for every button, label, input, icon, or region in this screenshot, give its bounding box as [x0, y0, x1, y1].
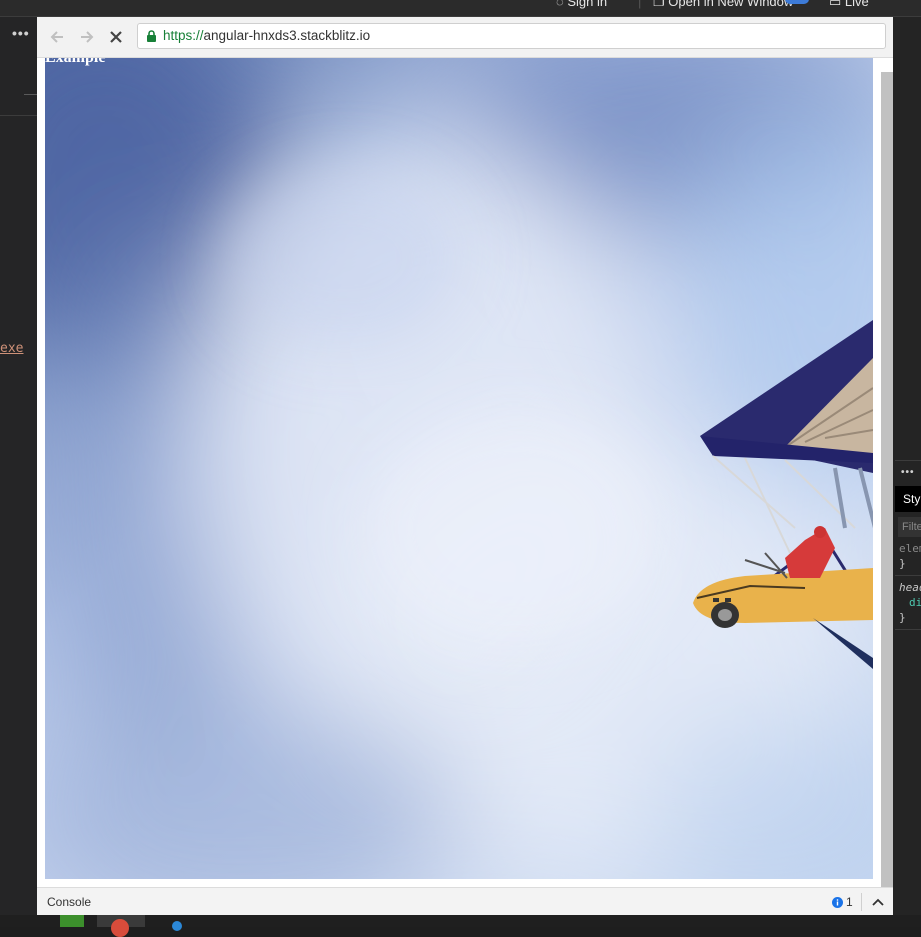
ide-top-bar: ◌ Sign in | ❐ Open in New Window ▭ Live: [0, 0, 921, 17]
tab-styles[interactable]: Styles: [895, 486, 921, 512]
browser-icon: [111, 919, 129, 937]
more-options-icon[interactable]: •••: [12, 25, 30, 41]
console-bar: Console 1: [37, 887, 893, 915]
editor-icon: [172, 921, 182, 931]
github-icon: ◌: [556, 0, 564, 9]
console-expand-button[interactable]: [867, 892, 889, 912]
devtools-more-icon[interactable]: •••: [901, 467, 915, 478]
style-rule-line: display: none;: [909, 596, 921, 609]
styles-filter-input[interactable]: Filter: [898, 517, 921, 537]
arrow-right-icon: [81, 31, 94, 43]
console-info-count[interactable]: 1: [832, 895, 853, 909]
chevron-up-icon: [872, 898, 884, 906]
os-taskbar: [0, 915, 921, 937]
live-badge: [785, 0, 809, 4]
style-rule-line: element.style {: [899, 542, 921, 555]
stop-loading-button[interactable]: [105, 26, 127, 48]
page-heading: Example: [45, 58, 105, 67]
panel-divider: [24, 94, 37, 95]
style-rule-divider: [895, 629, 921, 630]
style-rule-divider: [895, 575, 921, 576]
page-content: Example: [45, 58, 873, 879]
url-text: https://angular-hnxds3.stackblitz.io: [163, 24, 370, 48]
editor-right-panel: ••• Styles Filter element.style { } head…: [893, 17, 921, 915]
scrollbar-thumb[interactable]: [881, 72, 893, 887]
lock-icon: [147, 30, 156, 42]
preview-window: https://angular-hnxds3.stackblitz.io Con…: [37, 17, 893, 915]
taskbar-app-icon[interactable]: [60, 915, 84, 927]
topbar-divider: |: [638, 0, 642, 9]
new-window-icon: ❐: [653, 0, 665, 9]
hang-glider-photo: [45, 58, 873, 879]
arrow-left-icon: [50, 31, 63, 43]
live-icon: ▭: [829, 0, 842, 9]
back-button[interactable]: [46, 26, 68, 48]
open-new-window-button[interactable]: ❐ Open in New Window: [653, 0, 793, 10]
code-fragment: exe: [0, 341, 24, 356]
address-bar[interactable]: https://angular-hnxds3.stackblitz.io: [137, 23, 886, 49]
close-icon: [110, 31, 122, 43]
taskbar-app-icon[interactable]: [170, 915, 182, 931]
editor-side-panel: ••• exe: [0, 17, 37, 915]
devtools-styles-panel: ••• Styles Filter element.style { } head…: [895, 460, 921, 631]
style-rule-line: }: [899, 611, 906, 624]
style-rule-line: head {: [899, 581, 921, 594]
browser-toolbar: https://angular-hnxds3.stackblitz.io: [37, 17, 893, 58]
page-viewport: Example: [37, 58, 893, 887]
url-scheme: https://: [163, 28, 204, 43]
signin-button[interactable]: ◌ Sign in: [556, 0, 607, 9]
info-icon: [832, 896, 843, 908]
vertical-scrollbar[interactable]: [881, 72, 893, 887]
info-count: 1: [846, 895, 853, 909]
url-host: angular-hnxds3.stackblitz.io: [203, 28, 371, 43]
console-divider: [861, 893, 862, 911]
console-tab[interactable]: Console: [47, 888, 91, 916]
forward-button[interactable]: [76, 26, 98, 48]
style-rule-line: }: [899, 557, 906, 570]
live-button[interactable]: ▭ Live: [829, 0, 869, 10]
taskbar-app-active[interactable]: [97, 915, 145, 937]
panel-divider: [0, 115, 37, 116]
